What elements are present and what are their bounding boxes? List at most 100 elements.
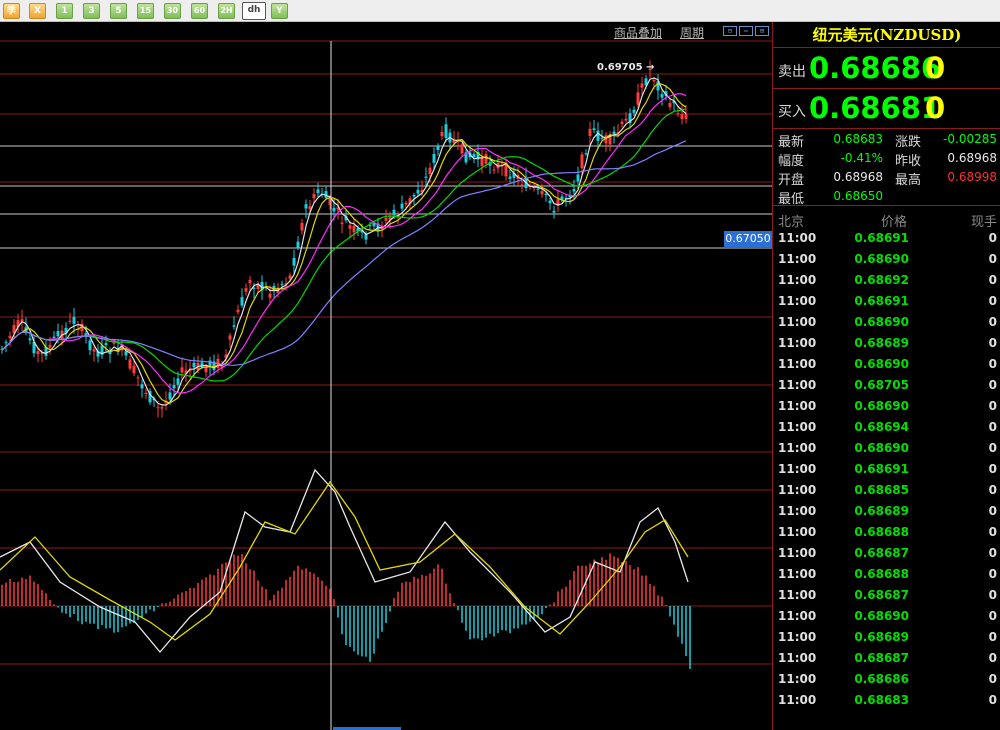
candle-body [492,169,496,171]
latest-label: 最新 [778,135,805,150]
tick-price: 0.68705 [854,378,909,392]
candle-body [156,407,160,409]
tick-time: 11:00 [778,609,817,623]
candle-body [340,222,344,224]
candle-body [240,297,244,306]
tick-row: 11:00 0.68690 0 [773,439,1000,460]
period-button-15min[interactable]: 15 [137,3,154,19]
tick-time: 11:00 [778,315,817,329]
buy-price: 0.68681 [809,91,942,125]
period-button-season[interactable]: 季 [3,3,20,19]
period-link[interactable]: 周期 [680,24,704,41]
candle-body [432,153,436,163]
tick-price: 0.68683 [854,693,909,707]
tick-volume: 0 [988,630,997,644]
tick-row: 11:00 0.68691 0 [773,460,1000,481]
high-label: 最高 [895,173,922,188]
candle-body [104,343,108,345]
period-button-30min[interactable]: 30 [164,3,181,19]
candle-body [676,113,680,115]
tick-price: 0.68691 [854,294,909,308]
period-button-1min[interactable]: 1 [56,3,73,19]
candle-body [436,146,440,151]
period-button-x[interactable]: X [29,3,46,19]
period-button-5min[interactable]: 5 [110,3,127,19]
tick-row: 11:00 0.68705 0 [773,376,1000,397]
chart-panel[interactable]: 0.69705 → 商品叠加 周期 ⊟ ⇔ ⊞ 0.67050 [0,22,772,730]
overlay-link[interactable]: 商品叠加 [614,24,662,41]
tick-volume: 0 [988,483,997,497]
tick-price: 0.68689 [854,336,909,350]
maximize-icon[interactable]: ⊞ [755,26,769,36]
restore-icon[interactable]: ⊟ [723,26,737,36]
candle-body [8,335,12,339]
kline-chart[interactable]: 0.69705 → [0,22,772,730]
candle-body [72,316,76,324]
tick-price: 0.68687 [854,546,909,560]
candle-body [312,193,316,199]
tick-price: 0.68688 [854,567,909,581]
candle-body [172,385,176,389]
period-button-3min[interactable]: 3 [83,3,100,19]
tick-row: 11:00 0.68692 0 [773,271,1000,292]
tick-row: 11:00 0.68687 0 [773,649,1000,670]
tick-volume: 0 [988,693,997,707]
tick-row: 11:00 0.68686 0 [773,670,1000,691]
tick-price: 0.68685 [854,483,909,497]
tick-price: 0.68690 [854,609,909,623]
period-button-60min[interactable]: 60 [191,3,208,19]
candle-body [160,407,164,409]
tick-price: 0.68691 [854,462,909,476]
tick-volume: 0 [988,231,997,245]
tick-volume: 0 [988,651,997,665]
tick-volume: 0 [988,525,997,539]
candle-body [544,193,548,196]
stats-grid: 最新 0.68683 涨跌 -0.00285 幅度 -0.41% 昨收 0.68… [773,129,1000,207]
amplitude-value: -0.41% [840,151,883,165]
tick-price: 0.68694 [854,420,909,434]
buy-label: 买入 [778,104,806,120]
tick-volume: 0 [988,294,997,308]
swap-icon[interactable]: ⇔ [739,26,753,36]
peak-label: 0.69705 → [597,62,654,73]
tick-row: 11:00 0.68689 0 [773,334,1000,355]
tick-price: 0.68689 [854,630,909,644]
tick-volume: 0 [988,315,997,329]
tick-volume: 0 [988,588,997,602]
tick-row: 11:00 0.68687 0 [773,544,1000,565]
sell-row: 卖出 0.68686 0 [773,49,1000,89]
period-button-y[interactable]: Y [271,3,288,19]
tick-volume: 0 [988,504,997,518]
tick-price: 0.68692 [854,273,909,287]
tick-time: 11:00 [778,357,817,371]
candle-body [128,359,132,369]
candle-body [92,349,96,352]
tick-time: 11:00 [778,378,817,392]
sell-price: 0.68686 [809,51,942,85]
candle-body [444,124,448,138]
candle-body [428,167,432,175]
tick-time: 11:00 [778,231,817,245]
tick-time: 11:00 [778,504,817,518]
tick-list[interactable]: 11:00 0.68691 0 11:00 0.68690 0 11:00 0.68692 0 1… [773,229,1000,712]
candle-body [292,257,296,266]
tick-volume: 0 [988,609,997,623]
candle-body [56,331,60,337]
tick-time: 11:00 [778,525,817,539]
candle-body [232,325,236,327]
period-button-2h[interactable]: 2H [218,3,235,19]
time-column-header: 北京 [778,215,805,230]
period-button-day[interactable]: dh [242,2,266,20]
candle-body [236,309,240,313]
tick-price: 0.68686 [854,672,909,686]
tick-volume: 0 [988,420,997,434]
tick-row: 11:00 0.68691 0 [773,292,1000,313]
macd-dif-line [0,468,689,654]
candle-body [392,209,396,216]
candle-body [280,283,284,285]
candle-body [584,153,588,155]
tick-time: 11:00 [778,294,817,308]
candle-body [580,154,584,169]
candle-body [548,200,552,204]
open-label: 开盘 [778,173,805,188]
